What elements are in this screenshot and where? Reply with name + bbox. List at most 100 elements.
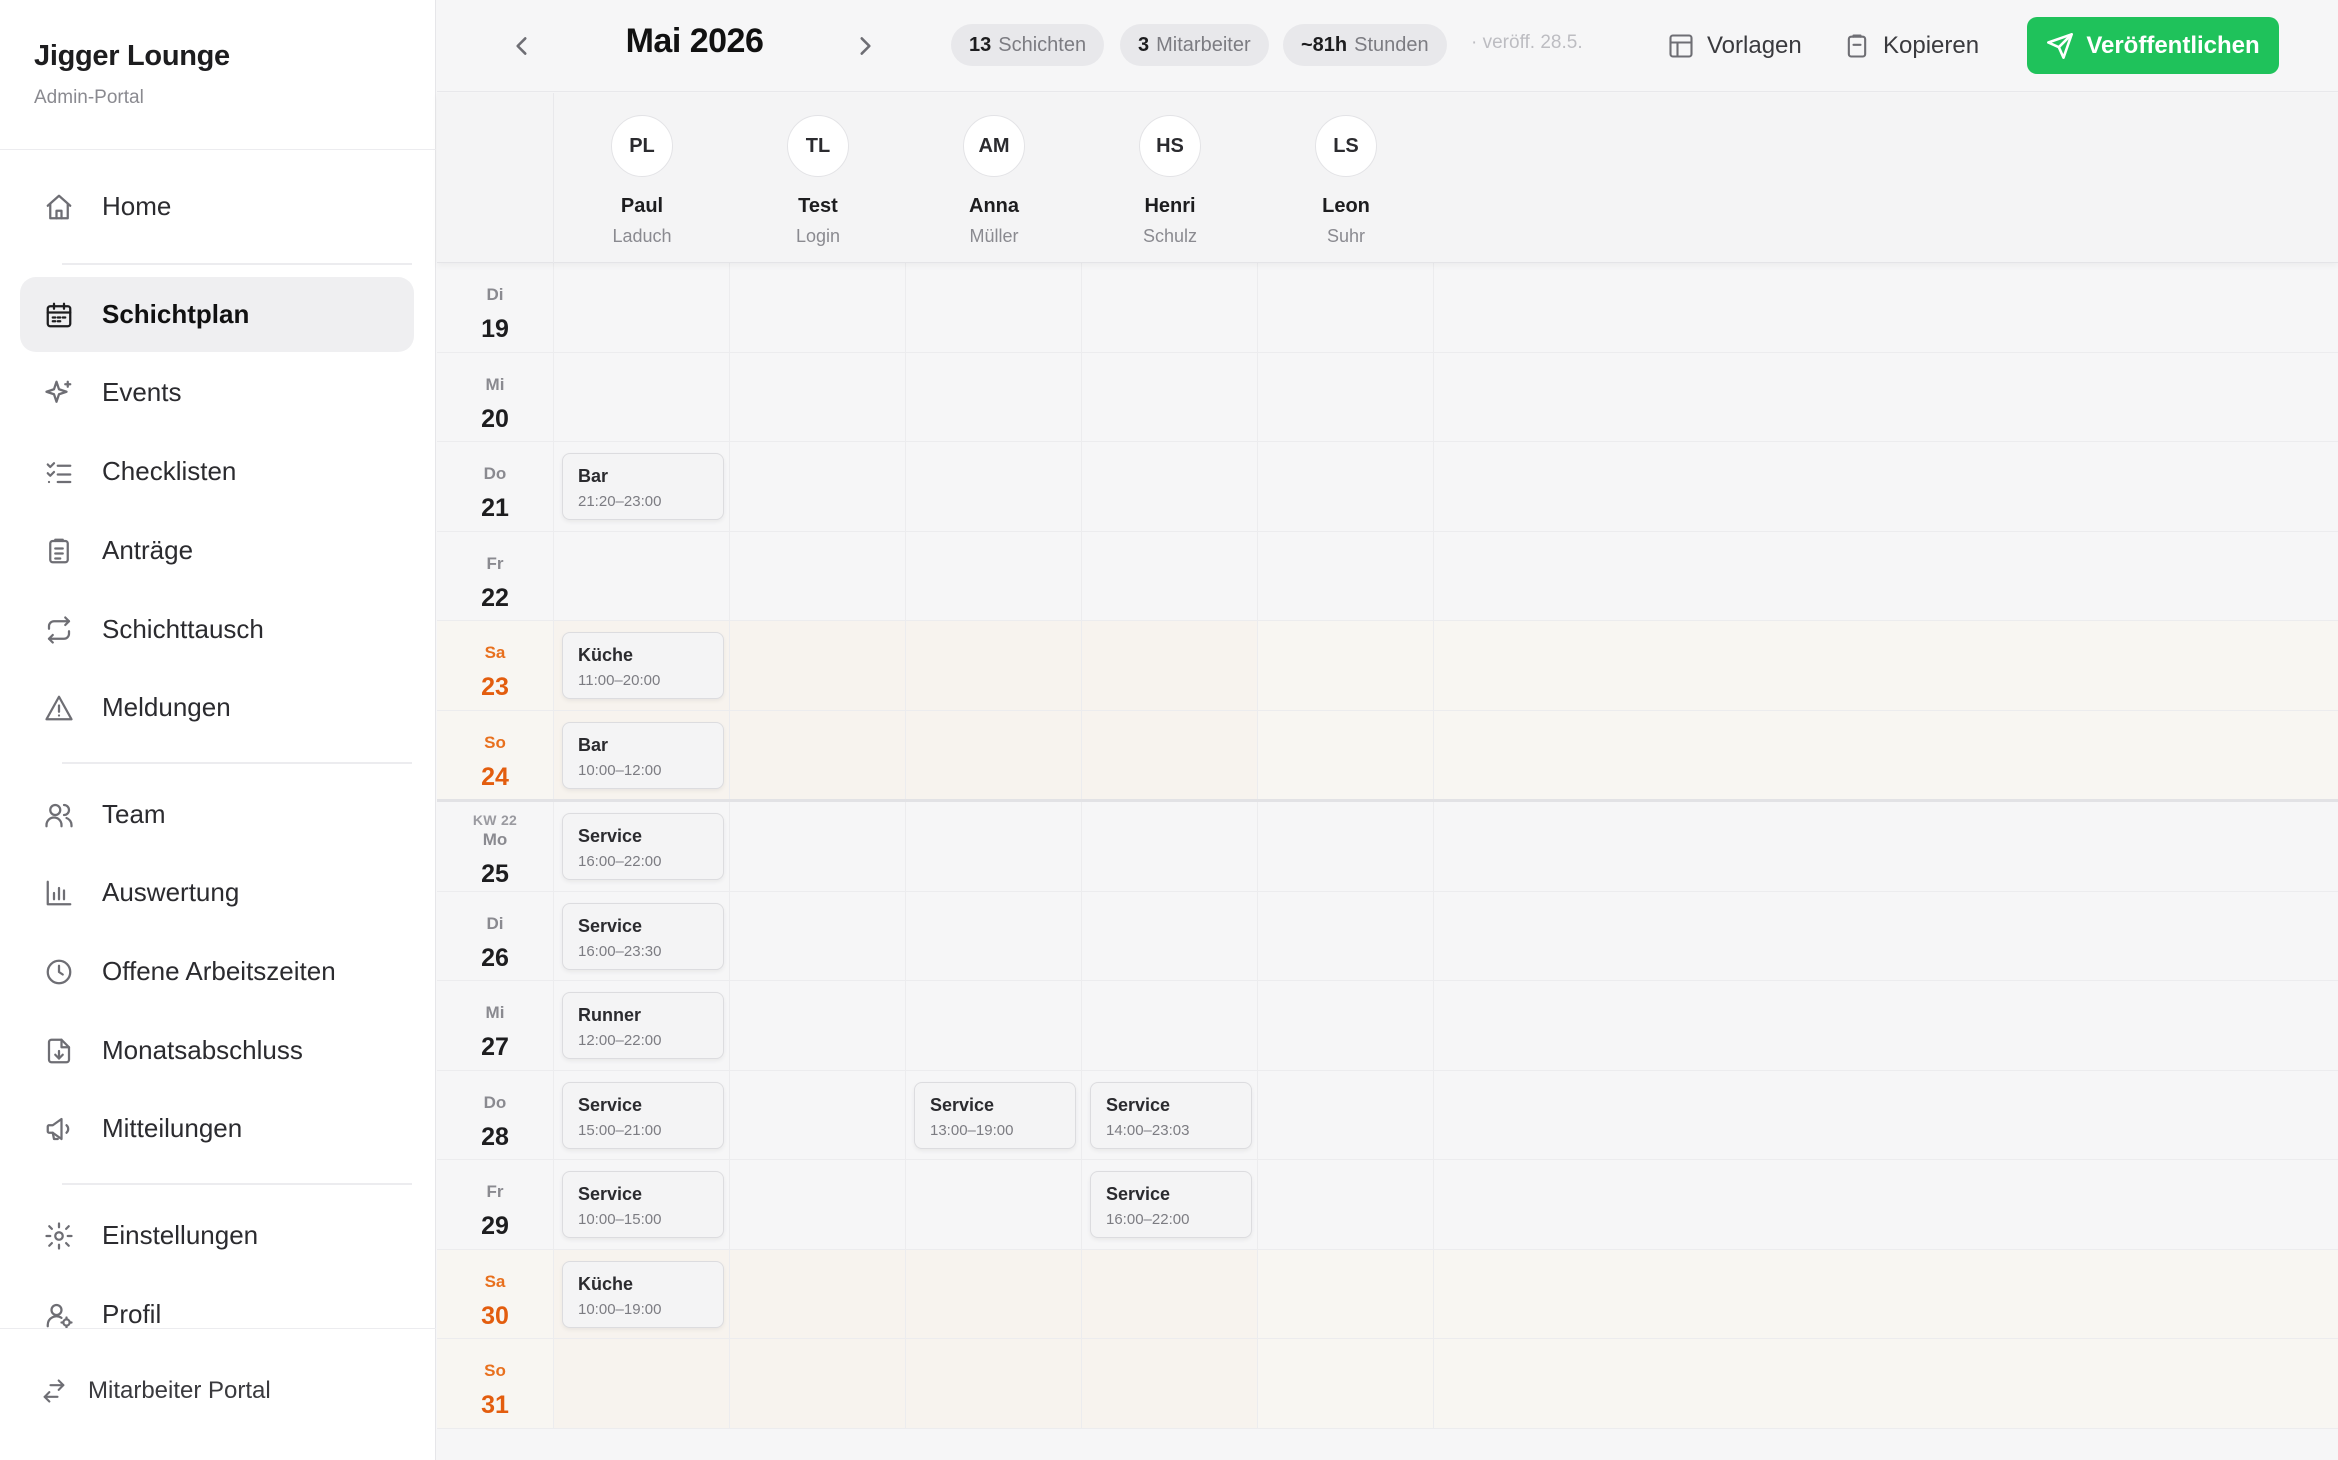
day-number: 25 [481, 860, 509, 888]
shift-card[interactable]: Service 16:00–22:00 [1090, 1171, 1252, 1238]
sidebar-item-meldungen[interactable]: Meldungen [20, 670, 414, 745]
prev-month-button[interactable] [502, 26, 542, 66]
sidebar-item-checklisten[interactable]: Checklisten [20, 434, 414, 509]
shift-card[interactable]: Service 14:00–23:03 [1090, 1081, 1252, 1149]
sidebar-item-offene-arbeitszeiten[interactable]: Offene Arbeitszeiten [20, 934, 414, 1009]
employee-first-name: Paul [620, 195, 664, 217]
chevron-left-icon [516, 37, 527, 55]
day-label: KW 22 Mo 25 [437, 802, 554, 891]
shift-card[interactable]: Service 16:00–23:30 [562, 902, 724, 970]
users-icon [42, 798, 76, 832]
column-divider [729, 1249, 730, 1338]
column-divider [1433, 710, 1434, 799]
shift-card[interactable]: Runner 12:00–22:00 [562, 992, 724, 1059]
day-cells: Service 15:00–21:00 Service 13:00–19:00 Serv… [554, 1070, 1434, 1159]
day-label: Fr 29 [437, 1160, 554, 1249]
day-cells: Küche 11:00–20:00 [554, 621, 1434, 710]
shift-card[interactable]: Bar 10:00–12:00 [562, 721, 724, 789]
column-divider [905, 1249, 906, 1338]
day-number: 29 [481, 1212, 509, 1240]
shift-card[interactable]: Service 15:00–21:00 [562, 1081, 724, 1149]
sidebar-item-label: Meldungen [102, 692, 231, 722]
employee-column-header[interactable]: HS Henri Schulz [1082, 115, 1258, 247]
stat-value: 3 [1138, 33, 1150, 56]
employee-column-header[interactable]: AM Anna Müller [906, 115, 1082, 247]
day-label: So 24 [437, 710, 554, 799]
column-divider [1257, 1160, 1258, 1249]
sidebar-item-mitteilungen[interactable]: Mitteilungen [20, 1091, 414, 1166]
shift-title: Bar [578, 466, 609, 486]
copy-button[interactable]: Kopieren [1843, 26, 1979, 66]
sidebar-item-label: Auswertung [102, 877, 240, 907]
column-divider [1257, 1070, 1258, 1159]
shift-card[interactable]: Service 16:00–22:00 [562, 813, 724, 880]
switch-arrows-icon [43, 1379, 65, 1403]
day-cells: Service 10:00–15:00 Service 16:00–22:00 [554, 1160, 1434, 1249]
column-divider [1081, 1160, 1082, 1249]
day-row: KW 22 Mo 25 Service 16:00–22:00 [437, 802, 2338, 892]
employee-column-header[interactable]: LS Leon Suhr [1258, 115, 1434, 247]
shift-card[interactable]: Service 13:00–19:00 [914, 1081, 1076, 1149]
templates-label: Vorlagen [1707, 32, 1802, 59]
layout-icon [1669, 34, 1693, 58]
swap-icon [42, 613, 76, 647]
shift-title: Service [1106, 1094, 1171, 1115]
toolbar: Mai 2026 13 Schichten 3 Mitarbeiter ~81h St… [437, 0, 2338, 92]
sidebar-item-schichttausch[interactable]: Schichttausch [20, 592, 414, 667]
bar-chart-icon [42, 876, 76, 910]
shift-title: Service [1106, 1184, 1171, 1204]
day-number: 19 [481, 315, 509, 343]
publish-button[interactable]: Veröffentlichen [2027, 17, 2279, 74]
column-divider [1257, 531, 1258, 620]
day-label: Do 21 [437, 442, 554, 531]
day-number: 31 [481, 1391, 509, 1419]
employee-column-header[interactable]: TL Test Login [730, 115, 906, 247]
day-of-week: Di [486, 285, 504, 304]
shift-time: 14:00–23:03 [1106, 1121, 1190, 1139]
sidebar-item-schichtplan[interactable]: Schichtplan [20, 277, 414, 352]
shift-title: Runner [578, 1005, 641, 1025]
sidebar-item-anträge[interactable]: Anträge [20, 513, 414, 588]
sidebar-item-label: Schichtplan [102, 299, 250, 329]
shift-card[interactable]: Küche 10:00–19:00 [562, 1260, 724, 1328]
day-cells [554, 531, 1434, 620]
published-note: · veröff. 28.5. [1471, 32, 1583, 53]
column-divider [1433, 802, 1434, 891]
day-of-week: Fr [486, 553, 504, 573]
column-divider [1257, 981, 1258, 1070]
day-label: Mi 20 [437, 352, 554, 441]
shift-title: Service [578, 1094, 643, 1115]
column-divider [1081, 1249, 1082, 1338]
sidebar-item-home[interactable]: Home [20, 169, 414, 244]
day-row: Fr 29 Service 10:00–15:00 Service 16:00–22:00 [437, 1160, 2338, 1250]
shift-card[interactable]: Küche 11:00–20:00 [562, 632, 724, 699]
templates-button[interactable]: Vorlagen [1667, 26, 1802, 66]
employee-column-header[interactable]: PL Paul Laduch [554, 115, 730, 247]
column-divider [1081, 263, 1082, 352]
avatar: AM [963, 115, 1025, 177]
day-row: Mi 27 Runner 12:00–22:00 [437, 981, 2338, 1071]
shift-card[interactable]: Service 10:00–15:00 [562, 1171, 724, 1238]
shift-time: 10:00–19:00 [578, 1300, 662, 1318]
column-divider [1081, 802, 1082, 891]
nav-divider [62, 263, 412, 265]
file-download-icon [42, 1034, 76, 1068]
sidebar-item-monatsabschluss[interactable]: Monatsabschluss [20, 1013, 414, 1088]
day-label: Sa 30 [437, 1249, 554, 1338]
column-divider [1433, 1070, 1434, 1159]
shift-time: 16:00–22:00 [1106, 1211, 1190, 1228]
shift-card[interactable]: Bar 21:20–23:00 [562, 453, 724, 520]
sidebar-item-label: Team [102, 799, 166, 829]
sidebar-item-auswertung[interactable]: Auswertung [20, 855, 414, 930]
column-divider [1081, 621, 1082, 710]
date-column-header [437, 93, 554, 263]
next-month-button[interactable] [845, 26, 885, 66]
sidebar-item-einstellungen[interactable]: Einstellungen [20, 1198, 414, 1273]
column-divider [1257, 352, 1258, 441]
sparkle-icon [42, 376, 76, 410]
day-of-week: Mi [485, 374, 505, 394]
sidebar-item-team[interactable]: Team [20, 777, 414, 852]
sidebar-item-events[interactable]: Events [20, 355, 414, 430]
sidebar-item-label: Einstellungen [102, 1220, 259, 1250]
employee-portal-link[interactable]: Mitarbeiter Portal [40, 1377, 271, 1405]
